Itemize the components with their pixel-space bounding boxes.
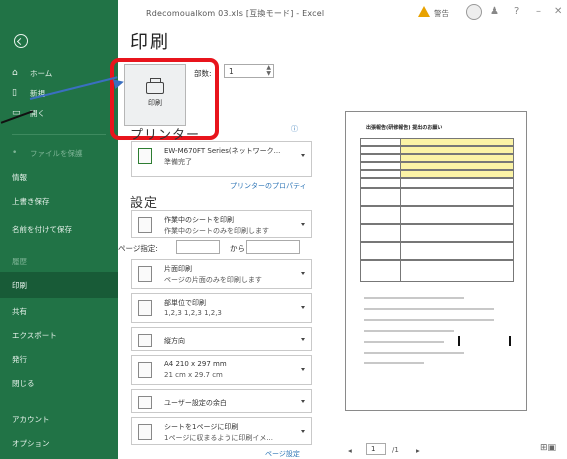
preview-text-line [364, 330, 454, 332]
sidebar-item-protect[interactable]: • ファイルを保護 [0, 140, 118, 166]
sheet-icon [138, 217, 152, 233]
preview-table-row [360, 154, 514, 162]
orientation-select[interactable]: 縦方向 [131, 327, 312, 351]
preview-table-row [360, 260, 514, 282]
printer-select[interactable]: EW-M670FT Series(ネットワーク... 準備完了 [131, 141, 312, 177]
sides-select[interactable]: 片面印刷 ページの片面のみを印刷します [131, 259, 312, 289]
backstage-sidebar: ⌂ ホーム ▯ 新規 ▭ 開く • ファイルを保護 情報 上書き保存 名前を付け… [0, 0, 118, 459]
settings-section-title: 設定 [130, 196, 159, 211]
info-icon[interactable]: ⓘ [291, 124, 298, 134]
printer-properties-link[interactable]: プリンターのプロパティ [230, 181, 307, 191]
sidebar-item-account[interactable]: アカウント [0, 406, 118, 432]
copies-label: 部数: [194, 69, 212, 78]
sidebar-item-close[interactable]: 閉じる [0, 370, 118, 396]
printer-name: EW-M670FT Series(ネットワーク... [164, 147, 281, 155]
pages-to-input[interactable] [246, 240, 300, 254]
paper-icon [138, 362, 152, 378]
window-title: Rdecomoualkom 03.xls [互換モード] - Excel [146, 9, 325, 18]
sidebar-item-save-as[interactable]: 名前を付けて保存 [0, 216, 118, 242]
chevron-down-icon [301, 306, 305, 309]
preview-table-row [360, 242, 514, 260]
preview-table-row [360, 224, 514, 242]
sidebar-item-print[interactable]: 印刷 [0, 272, 118, 298]
next-page-icon[interactable]: ▸ [416, 446, 420, 455]
new-file-icon: ▯ [12, 88, 17, 98]
minimize-icon[interactable]: – [536, 6, 541, 17]
preview-text-line [364, 341, 444, 343]
sidebar-item-publish[interactable]: 発行 [0, 346, 118, 372]
spinner-arrows-icon[interactable]: ▲ ▼ [266, 65, 271, 77]
people-icon[interactable]: ♟ [490, 6, 499, 17]
preview-mark [509, 336, 511, 346]
preview-text-line [364, 352, 464, 354]
collate-icon [138, 300, 152, 316]
portrait-icon [138, 334, 152, 347]
sidebar-item-export[interactable]: エクスポート [0, 322, 118, 348]
chevron-down-icon [301, 338, 305, 341]
collate-select[interactable]: 部単位で印刷 1,2,3 1,2,3 1,2,3 [131, 293, 312, 323]
copies-stepper[interactable]: 1 ▲ ▼ [224, 64, 274, 78]
chevron-down-icon [301, 272, 305, 275]
preview-table-row [360, 206, 514, 224]
preview-table-row [360, 170, 514, 178]
preview-table-row [360, 178, 514, 188]
sidebar-item-share[interactable]: 共有 [0, 298, 118, 324]
title-bar: Rdecomoualkom 03.xls [互換モード] - Excel 警告 … [118, 0, 567, 26]
printer-status: 準備完了 [164, 158, 192, 166]
warning-icon [418, 6, 430, 17]
sidebar-item-info[interactable]: 情報 [0, 164, 118, 190]
preview-text-line [364, 297, 464, 299]
print-what-select[interactable]: 作業中のシートを印刷 作業中のシートのみを印刷します [131, 210, 312, 238]
preview-text-line [364, 308, 494, 310]
preview-table-row [360, 146, 514, 154]
preview-text-line [364, 319, 494, 321]
chevron-down-icon [301, 430, 305, 433]
pages-from-input[interactable] [176, 240, 220, 254]
pages-to-label: から [230, 244, 245, 253]
preview-doc-title: 出張報告(研修報告) 提出のお願い [366, 125, 443, 131]
chevron-down-icon [301, 223, 305, 226]
preview-table-row [360, 162, 514, 170]
page-setup-link[interactable]: ページ設定 [265, 449, 300, 459]
margins-icon [138, 396, 152, 409]
zoom-icon[interactable]: ⊞▣ [540, 443, 556, 453]
chevron-down-icon [301, 154, 305, 157]
paper-size-select[interactable]: A4 210 x 297 mm 21 cm x 29.7 cm [131, 355, 312, 385]
prev-page-icon[interactable]: ◂ [348, 446, 352, 455]
single-sided-icon [138, 266, 152, 282]
margins-select[interactable]: ユーザー設定の余白 [131, 389, 312, 413]
printer-ready-icon [138, 148, 152, 164]
sidebar-item-open[interactable]: ▭ 開く [0, 100, 118, 126]
preview-page: 出張報告(研修報告) 提出のお願い [345, 111, 527, 411]
sidebar-item-save[interactable]: 上書き保存 [0, 188, 118, 214]
preview-mark [458, 336, 460, 346]
copies-value: 1 [229, 67, 234, 76]
avatar[interactable] [466, 4, 482, 20]
sidebar-divider [12, 134, 106, 135]
close-icon[interactable]: ✕ [554, 6, 562, 17]
fit-to-page-icon [138, 424, 152, 440]
back-arrow-icon[interactable] [14, 34, 28, 48]
page-number-input[interactable]: 1 [366, 443, 386, 455]
sidebar-item-history[interactable]: 履歴 [0, 248, 118, 274]
preview-table-row [360, 188, 514, 206]
chevron-down-icon [301, 400, 305, 403]
pages-label: ページ指定: [118, 244, 158, 253]
chevron-down-icon [301, 368, 305, 371]
preview-table-row [360, 138, 514, 146]
home-icon: ⌂ [12, 68, 18, 78]
total-pages: /1 [392, 446, 399, 454]
page-title: 印刷 [130, 32, 170, 53]
sidebar-item-options[interactable]: オプション [0, 430, 118, 456]
warning-text[interactable]: 警告 [434, 8, 449, 19]
help-icon[interactable]: ? [514, 6, 519, 17]
preview-text-line [364, 362, 424, 364]
scaling-select[interactable]: シートを1ページに印刷 1ページに収まるように印刷イメ... [131, 417, 312, 445]
